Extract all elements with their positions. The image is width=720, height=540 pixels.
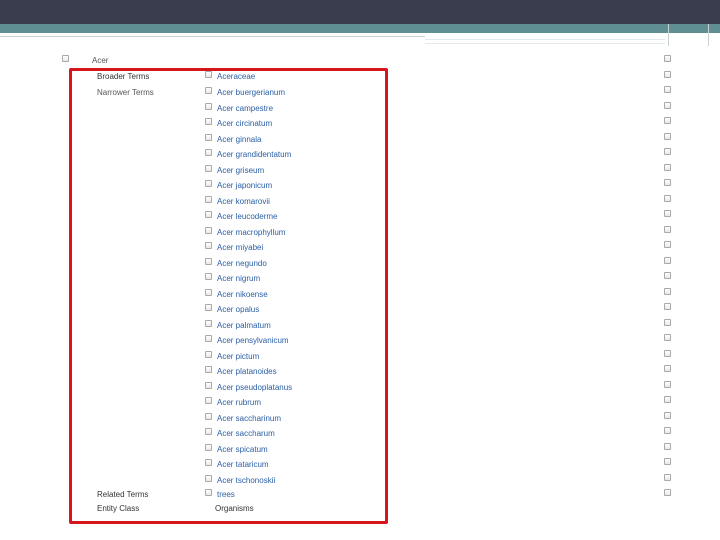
- row-select-checkbox[interactable]: [664, 442, 671, 450]
- row-select-checkbox[interactable]: [664, 210, 671, 217]
- row-select-checkbox[interactable]: [664, 365, 671, 372]
- row-select-checkbox[interactable]: [664, 303, 671, 310]
- row-select-checkbox[interactable]: [664, 427, 671, 434]
- row-select-checkbox[interactable]: [664, 411, 671, 419]
- divider: [425, 43, 665, 44]
- row-select-checkbox[interactable]: [664, 148, 671, 155]
- row-select-checkbox[interactable]: [664, 287, 671, 295]
- row-select-checkbox[interactable]: [664, 225, 671, 233]
- row-select-checkbox[interactable]: [664, 55, 671, 62]
- row-select-checkbox[interactable]: [664, 70, 671, 78]
- row-select-checkbox[interactable]: [664, 163, 671, 171]
- row-select-checkbox[interactable]: [664, 318, 671, 326]
- row-select-checkbox[interactable]: [664, 334, 671, 341]
- row-select-checkbox[interactable]: [664, 380, 671, 388]
- highlight-box: [69, 68, 388, 524]
- divider: [708, 24, 709, 46]
- row-select-checkbox[interactable]: [664, 179, 671, 186]
- row-select-checkbox[interactable]: [664, 349, 671, 357]
- term-title: Acer: [92, 56, 109, 65]
- row-select-checkbox[interactable]: [664, 396, 671, 403]
- row-select-checkbox[interactable]: [664, 117, 671, 124]
- row-select-checkbox[interactable]: [664, 132, 671, 140]
- slide-header-bar: [0, 0, 720, 24]
- divider: [425, 39, 665, 40]
- row-select-checkbox[interactable]: [664, 458, 671, 465]
- slide-accent-bar: [0, 24, 720, 33]
- row-select-checkbox[interactable]: [664, 194, 671, 202]
- row-select-checkbox[interactable]: [664, 272, 671, 279]
- row-select-checkbox[interactable]: [664, 256, 671, 264]
- row-select-checkbox[interactable]: [664, 241, 671, 248]
- row-select-checkbox[interactable]: [664, 86, 671, 93]
- row-select-checkbox[interactable]: [664, 473, 671, 481]
- row-select-checkbox[interactable]: [664, 101, 671, 109]
- divider: [0, 36, 425, 37]
- divider: [668, 24, 669, 46]
- term-checkbox[interactable]: [62, 55, 69, 62]
- row-select-checkbox[interactable]: [664, 489, 671, 496]
